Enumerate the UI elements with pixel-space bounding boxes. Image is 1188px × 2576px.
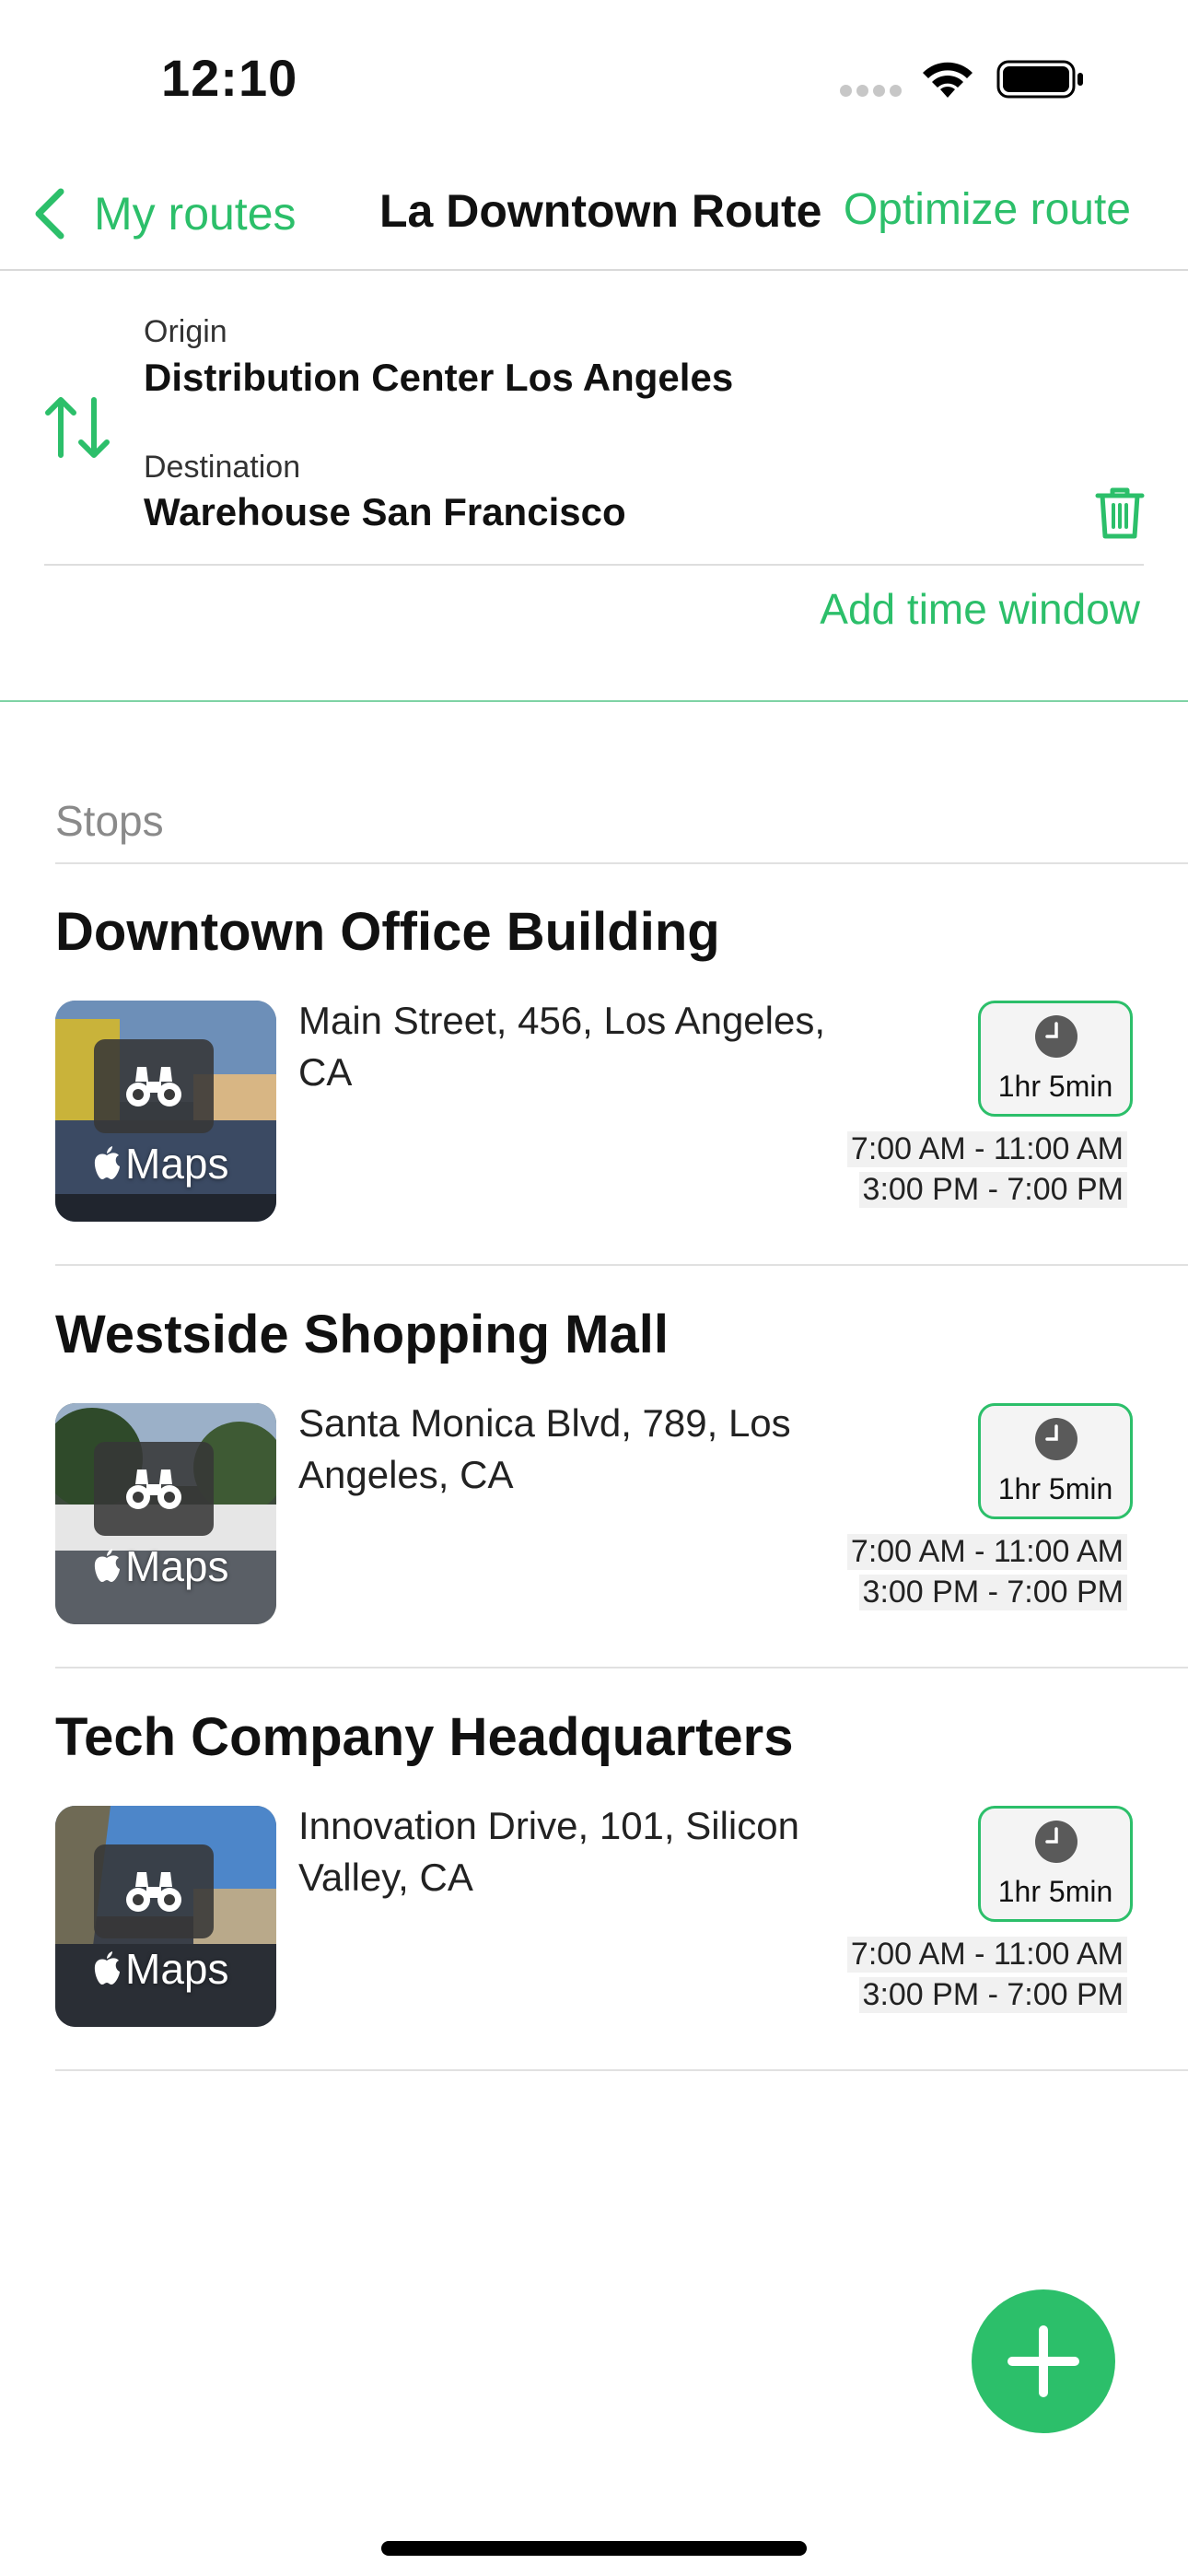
duration-badge[interactable]: 1hr 5min [978,1001,1133,1117]
plus-icon [1007,2325,1079,2397]
stops-section-header: Stops [55,797,164,845]
route-endpoints-card: Origin Distribution Center Los Angeles D… [0,273,1188,702]
time-window: 7:00 AM - 11:00 AM [846,1534,1127,1570]
time-window: 7:00 AM - 11:00 AM [846,1131,1127,1167]
stop-item[interactable]: Tech Company Headquarters Maps Innovatio… [0,1669,1188,2071]
add-stop-button[interactable] [972,2289,1115,2433]
stop-look-around-thumbnail[interactable]: Maps [55,1001,276,1222]
apple-logo-icon [94,1951,120,1985]
stop-address: Innovation Drive, 101, Silicon Valley, C… [298,1804,799,1899]
binoculars-icon [126,1469,181,1509]
apple-logo-icon [94,1549,120,1582]
navigation-bar: My routes La Downtown Route Optimize rou… [0,157,1188,271]
wifi-icon [923,62,973,98]
clock-icon [1035,1821,1077,1863]
duration-label: 1hr 5min [997,1070,1113,1103]
time-window: 3:00 PM - 7:00 PM [858,1575,1127,1610]
divider [55,2069,1188,2071]
stop-item[interactable]: Downtown Office Building Maps Main Stree… [0,864,1188,1266]
duration-label: 1hr 5min [997,1875,1113,1908]
trash-icon[interactable] [1094,485,1146,540]
destination-field[interactable]: Warehouse San Francisco [144,490,626,534]
section-divider [0,700,1188,702]
stop-name: Tech Company Headquarters [55,1707,794,1767]
divider [55,1667,1188,1669]
divider [55,1264,1188,1266]
optimize-route-button[interactable]: Optimize route [844,184,1131,235]
apple-logo-icon [94,1146,120,1179]
stop-look-around-thumbnail[interactable]: Maps [55,1806,276,2027]
duration-badge[interactable]: 1hr 5min [978,1806,1133,1922]
status-bar: 12:10 [0,0,1188,157]
origin-label: Origin [144,314,227,349]
time-window: 3:00 PM - 7:00 PM [858,1977,1127,2013]
maps-label: Maps [125,1945,229,1993]
back-button[interactable]: My routes [31,177,297,251]
apple-maps-label: Maps [90,1139,228,1188]
clock-icon [1035,1418,1077,1460]
divider [44,564,1144,566]
apple-maps-label: Maps [90,1944,228,1994]
destination-label: Destination [144,450,301,485]
stop-name: Downtown Office Building [55,902,720,962]
page-title: La Downtown Route [379,185,822,237]
stop-item[interactable]: Westside Shopping Mall Maps Santa Monica… [0,1267,1188,1669]
duration-label: 1hr 5min [997,1472,1113,1505]
maps-label: Maps [125,1542,229,1590]
battery-icon [996,60,1083,99]
stop-name: Westside Shopping Mall [55,1305,669,1364]
back-button-label: My routes [94,188,297,240]
duration-badge[interactable]: 1hr 5min [978,1403,1133,1519]
chevron-left-icon [35,188,64,240]
stop-look-around-thumbnail[interactable]: Maps [55,1403,276,1624]
binoculars-button [94,1039,214,1133]
binoculars-icon [126,1067,181,1107]
origin-field[interactable]: Distribution Center Los Angeles [144,356,733,400]
binoculars-icon [126,1872,181,1912]
clock-icon [1035,1015,1077,1058]
cellular-signal-icon [840,85,904,98]
status-time: 12:10 [161,49,298,107]
swap-vertical-icon[interactable] [41,391,114,464]
maps-label: Maps [125,1140,229,1188]
add-time-window-button[interactable]: Add time window [820,584,1140,634]
apple-maps-label: Maps [90,1541,228,1591]
binoculars-button [94,1844,214,1938]
binoculars-button [94,1442,214,1536]
time-window: 3:00 PM - 7:00 PM [858,1172,1127,1208]
time-window: 7:00 AM - 11:00 AM [846,1937,1127,1973]
home-indicator [381,2541,807,2556]
stop-address: Santa Monica Blvd, 789, Los Angeles, CA [298,1401,791,1496]
stop-address: Main Street, 456, Los Angeles, CA [298,999,826,1094]
